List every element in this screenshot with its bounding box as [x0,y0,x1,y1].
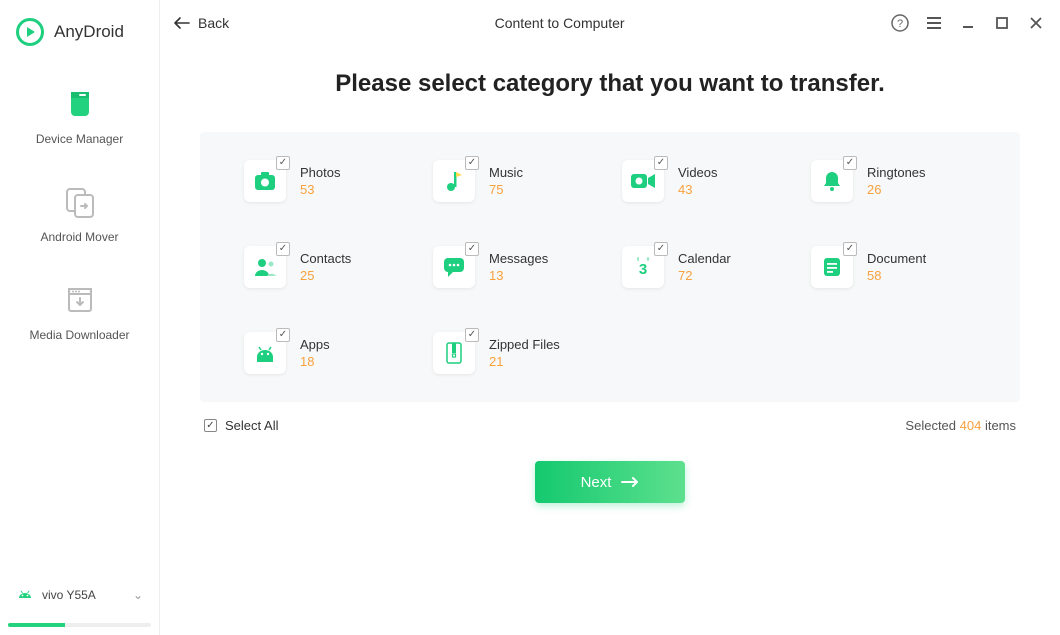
category-label: Zipped Files [489,337,560,352]
window-actions: ? [890,13,1046,33]
close-button[interactable] [1026,13,1046,33]
sidebar-item-android-mover[interactable]: Android Mover [0,168,159,266]
selected-count: 404 [960,418,982,433]
arrow-left-icon [174,17,190,29]
sidebar-item-label: Media Downloader [0,328,159,342]
svg-text:?: ? [897,18,903,30]
download-icon [60,280,100,320]
app-logo: AnyDroid [0,0,159,70]
sidebar-item-device-manager[interactable]: Device Manager [0,70,159,168]
back-label: Back [198,15,229,31]
videos-icon [622,160,664,202]
checkbox-icon [465,242,479,256]
minimize-button[interactable] [958,13,978,33]
menu-button[interactable] [924,13,944,33]
select-all-label: Select All [225,418,278,433]
category-label: Music [489,165,523,180]
summary-row: Select All Selected 404 items [200,402,1020,433]
device-storage-bar [8,623,151,627]
page-title: Content to Computer [229,15,890,31]
checkbox-icon [465,328,479,342]
next-button[interactable]: Next [535,461,685,503]
category-label: Document [867,251,926,266]
checkbox-icon [654,156,668,170]
category-grid-container: Photos 53 Music 75 [200,132,1020,402]
select-all-checkbox[interactable]: Select All [204,418,278,433]
category-label: Apps [300,337,330,352]
document-icon [811,246,853,288]
category-label: Calendar [678,251,731,266]
ringtones-icon [811,160,853,202]
category-ringtones[interactable]: Ringtones 26 [811,160,976,202]
logo-icon [16,18,44,46]
category-messages[interactable]: Messages 13 [433,246,598,288]
phone-icon [60,84,100,124]
titlebar: Back Content to Computer ? [160,0,1060,46]
svg-text:3: 3 [639,261,647,278]
checkbox-icon [465,156,479,170]
category-label: Ringtones [867,165,926,180]
category-document[interactable]: Document 58 [811,246,976,288]
checkbox-icon [654,242,668,256]
category-label: Videos [678,165,718,180]
category-music[interactable]: Music 75 [433,160,598,202]
checkbox-icon [843,242,857,256]
category-label: Photos [300,165,340,180]
checkbox-icon [204,419,217,432]
checkbox-icon [276,156,290,170]
zip-icon [433,332,475,374]
sidebar-nav: Device Manager Android Mover Media Downl… [0,70,159,567]
photos-icon [244,160,286,202]
category-grid: Photos 53 Music 75 [244,160,976,374]
category-count: 18 [300,354,330,369]
device-picker[interactable]: vivo Y55A ⌄ [8,575,151,615]
sidebar: AnyDroid Device Manager Android Mover Me… [0,0,160,635]
app-name: AnyDroid [54,22,124,42]
category-count: 72 [678,268,731,283]
checkbox-icon [843,156,857,170]
next-label: Next [581,474,612,491]
category-count: 26 [867,182,926,197]
arrow-right-icon [621,476,639,488]
category-count: 53 [300,182,340,197]
category-count: 75 [489,182,523,197]
category-label: Messages [489,251,548,266]
content-area: Please select category that you want to … [160,46,1060,635]
selected-summary: Selected 404 items [905,418,1016,433]
category-count: 25 [300,268,351,283]
sidebar-item-label: Device Manager [0,132,159,146]
maximize-button[interactable] [992,13,1012,33]
category-videos[interactable]: Videos 43 [622,160,787,202]
main-panel: Back Content to Computer ? Please select… [160,0,1060,635]
help-button[interactable]: ? [890,13,910,33]
category-zipped-files[interactable]: Zipped Files 21 [433,332,598,374]
heading: Please select category that you want to … [335,70,885,98]
calendar-icon: 3 [622,246,664,288]
sidebar-item-media-downloader[interactable]: Media Downloader [0,266,159,364]
checkbox-icon [276,328,290,342]
device-name: vivo Y55A [42,588,125,602]
category-count: 13 [489,268,548,283]
category-count: 21 [489,354,560,369]
checkbox-icon [276,242,290,256]
category-photos[interactable]: Photos 53 [244,160,409,202]
sidebar-item-label: Android Mover [0,230,159,244]
chevron-down-icon: ⌄ [133,588,143,602]
category-contacts[interactable]: Contacts 25 [244,246,409,288]
messages-icon [433,246,475,288]
transfer-icon [60,182,100,222]
category-label: Contacts [300,251,351,266]
category-calendar[interactable]: 3 Calendar 72 [622,246,787,288]
apps-icon [244,332,286,374]
android-icon [16,586,34,604]
music-icon [433,160,475,202]
category-apps[interactable]: Apps 18 [244,332,409,374]
contacts-icon [244,246,286,288]
back-button[interactable]: Back [174,15,229,31]
category-count: 58 [867,268,926,283]
category-count: 43 [678,182,718,197]
